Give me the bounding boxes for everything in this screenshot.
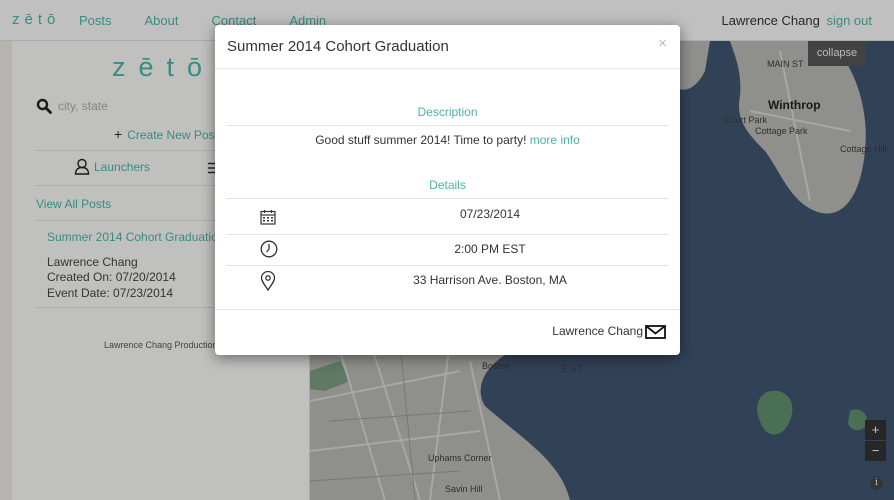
more-info-link[interactable]: more info — [530, 133, 580, 147]
modal-header: Summer 2014 Cohort Graduation × — [215, 25, 680, 69]
close-icon[interactable]: × — [658, 35, 667, 52]
modal-author-name: Lawrence Chang — [552, 324, 643, 338]
details-heading: Details — [429, 178, 466, 192]
description-text: Good stuff summer 2014! Time to party! m… — [215, 133, 680, 147]
time-row-divider — [226, 265, 669, 266]
mail-icon[interactable] — [645, 325, 666, 339]
description-heading: Description — [417, 105, 478, 119]
details-divider — [226, 198, 669, 199]
modal-footer-divider — [215, 309, 680, 310]
event-time-value: 2:00 PM EST — [454, 242, 526, 256]
date-row-divider — [226, 234, 669, 235]
description-divider — [226, 125, 669, 126]
modal-title: Summer 2014 Cohort Graduation — [227, 38, 449, 55]
description-body: Good stuff summer 2014! Time to party! — [315, 133, 527, 147]
event-modal: Summer 2014 Cohort Graduation × Descript… — [215, 25, 680, 355]
event-date-value: 07/23/2014 — [459, 207, 521, 221]
event-address-value: 33 Harrison Ave. Boston, MA — [413, 273, 567, 287]
